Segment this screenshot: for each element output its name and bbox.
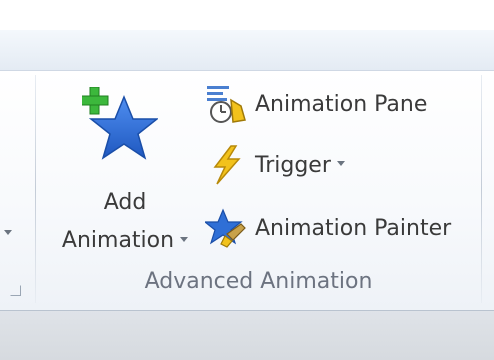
group-separator: [481, 75, 482, 303]
window-top-area: [0, 0, 494, 30]
animation-pane-button[interactable]: Animation Pane: [205, 84, 427, 124]
animation-painter-label: Animation Painter: [255, 215, 452, 241]
ribbon-tab-strip: [0, 30, 494, 71]
star-with-plus-icon: [82, 87, 158, 160]
animation-painter-button[interactable]: Animation Painter: [205, 208, 451, 248]
chevron-down-icon: [180, 236, 189, 242]
animation-pane-label: Animation Pane: [255, 91, 428, 117]
trigger-button[interactable]: Trigger: [205, 145, 345, 185]
add-animation-button[interactable]: Add Animation: [50, 79, 200, 269]
add-animation-label-line1: Add: [103, 190, 147, 215]
ribbon-panel: Add Animation Animation Pane Trigger Ani…: [0, 71, 494, 311]
chevron-down-icon[interactable]: [4, 230, 12, 235]
add-animation-label-line2: Animation: [50, 228, 200, 254]
previous-group-edge: [0, 71, 32, 310]
content-area-top: [0, 311, 494, 360]
chevron-down-icon: [336, 160, 345, 166]
group-label: Advanced Animation: [144, 269, 373, 294]
animation-pane-icon: [207, 86, 246, 123]
lightning-icon: [213, 145, 241, 185]
star-brush-icon: [205, 208, 246, 248]
dialog-launcher-icon[interactable]: [10, 285, 21, 296]
trigger-label: Trigger: [255, 152, 331, 178]
